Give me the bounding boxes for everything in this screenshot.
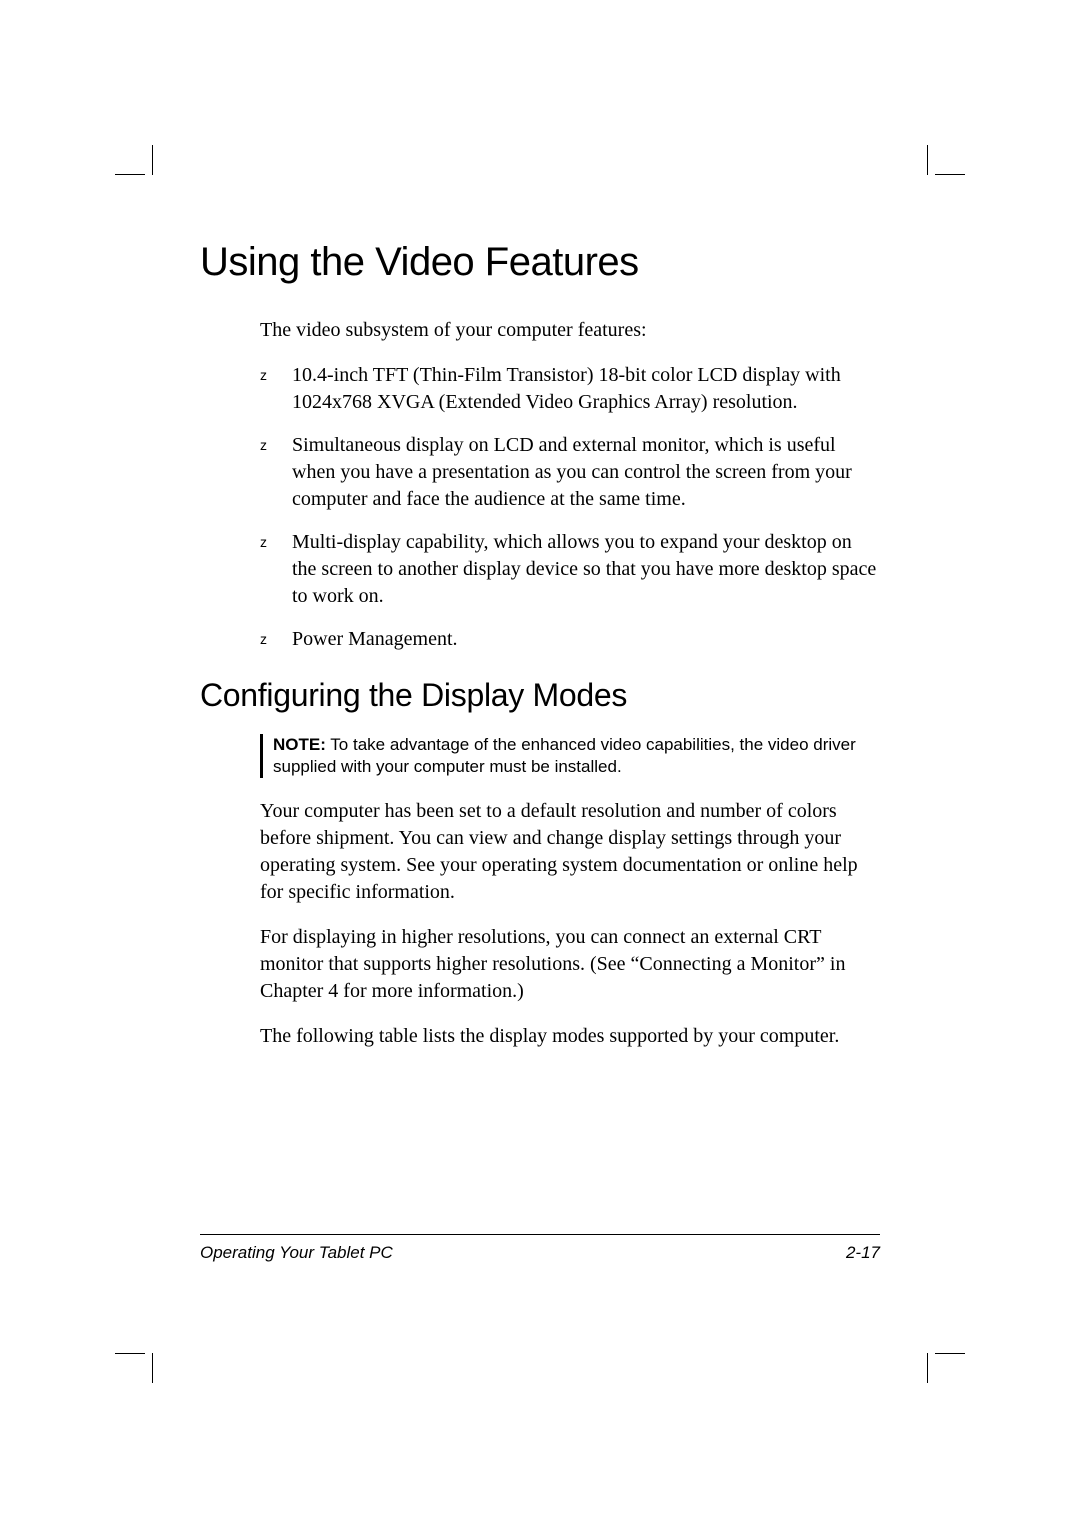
intro-paragraph: The video subsystem of your computer fea… [260, 317, 880, 344]
list-item: z 10.4-inch TFT (Thin-Film Transistor) 1… [260, 362, 880, 416]
list-item: z Multi-display capability, which allows… [260, 529, 880, 610]
crop-mark [927, 145, 928, 175]
crop-mark [935, 1353, 965, 1354]
bullet-text: Multi-display capability, which allows y… [292, 529, 880, 610]
bullet-text: Power Management. [292, 626, 458, 653]
note-label: NOTE: [273, 735, 326, 754]
crop-mark [152, 145, 153, 175]
page-footer: Operating Your Tablet PC 2-17 [200, 1234, 880, 1263]
heading-using-video-features: Using the Video Features [200, 240, 880, 285]
body-paragraph: The following table lists the display mo… [260, 1023, 880, 1050]
bullet-marker: z [260, 362, 292, 416]
body-paragraph: Your computer has been set to a default … [260, 798, 880, 906]
note-body: To take advantage of the enhanced video … [273, 735, 856, 776]
bullet-marker: z [260, 432, 292, 513]
body-paragraph: For displaying in higher resolutions, yo… [260, 924, 880, 1005]
bullet-marker: z [260, 626, 292, 653]
heading-configuring-display-modes: Configuring the Display Modes [200, 677, 880, 714]
feature-bullet-list: z 10.4-inch TFT (Thin-Film Transistor) 1… [260, 362, 880, 653]
crop-mark [115, 174, 145, 175]
footer-page-number: 2-17 [846, 1243, 880, 1263]
crop-mark [152, 1353, 153, 1383]
crop-mark [927, 1353, 928, 1383]
crop-mark [935, 174, 965, 175]
list-item: z Simultaneous display on LCD and extern… [260, 432, 880, 513]
page-content: Using the Video Features The video subsy… [200, 240, 880, 1288]
footer-left-text: Operating Your Tablet PC [200, 1243, 393, 1263]
bullet-text: 10.4-inch TFT (Thin-Film Transistor) 18-… [292, 362, 880, 416]
bullet-text: Simultaneous display on LCD and external… [292, 432, 880, 513]
crop-mark [115, 1353, 145, 1354]
note-text: NOTE: To take advantage of the enhanced … [273, 734, 880, 778]
bullet-marker: z [260, 529, 292, 610]
note-block: NOTE: To take advantage of the enhanced … [260, 734, 880, 778]
list-item: z Power Management. [260, 626, 880, 653]
